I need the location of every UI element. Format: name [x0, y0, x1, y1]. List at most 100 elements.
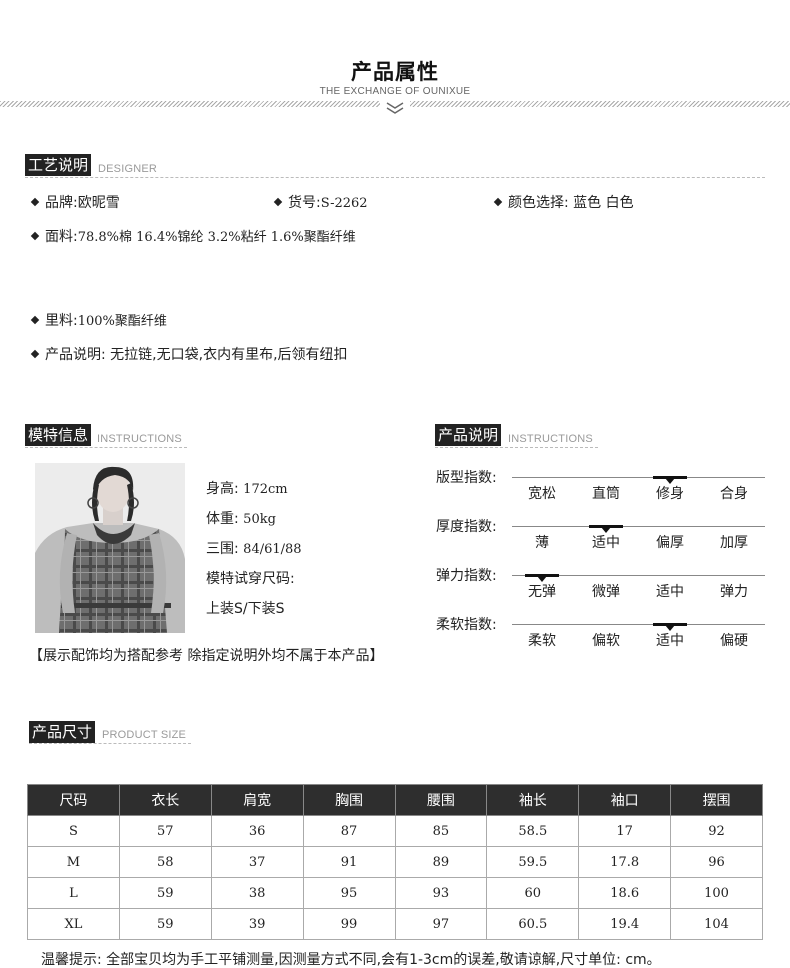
- diamond-bullet-icon: [493, 197, 503, 207]
- index-option: 偏厚: [656, 535, 684, 551]
- index-option: 薄: [535, 535, 549, 551]
- size-table-cell: 100: [670, 877, 763, 909]
- model-section-subtitle: INSTRUCTIONS: [97, 433, 182, 445]
- size-table-cell: 57: [118, 815, 212, 847]
- index-option: 宽松: [528, 486, 556, 502]
- model-height: 身高: 172cm: [206, 481, 288, 497]
- measurement-tip: 温馨提示: 全部宝贝均为手工平铺测量,因测量方式不同,会有1-3cm的误差,敬请…: [41, 952, 661, 968]
- index-option: 合身: [720, 486, 748, 502]
- size-table-cell: 91: [302, 846, 396, 878]
- size-table-cell: 58: [118, 846, 212, 878]
- size-table-cell: 87: [302, 815, 396, 847]
- size-table-cell: 93: [394, 877, 488, 909]
- size-table-row: S 57 36 87 85 58.5 17 92: [27, 815, 763, 847]
- index-option: 微弹: [592, 584, 620, 600]
- size-table-cell: 59: [118, 877, 212, 909]
- model-measurements: 三围: 84/61/88: [206, 541, 302, 557]
- size-table-row: XL 59 39 99 97 60.5 19.4 104: [27, 908, 763, 940]
- brand-attr: 品牌:欧昵雪: [30, 192, 120, 212]
- size-table-cell: M: [27, 846, 120, 878]
- index-option: 适中: [656, 633, 684, 649]
- model-tried-size-label: 模特试穿尺码:: [206, 571, 295, 587]
- craft-section-divider: [25, 177, 765, 178]
- page-subtitle: THE EXCHANGE OF OUNIXUE: [319, 86, 471, 97]
- size-table-row: M 58 37 91 89 59.5 17.8 96: [27, 846, 763, 878]
- craft-section-subtitle: DESIGNER: [98, 163, 158, 175]
- size-table-header: 腰围: [394, 784, 488, 816]
- size-table-row: L 59 38 95 93 60 18.6 100: [27, 877, 763, 909]
- size-table-cell: S: [27, 815, 120, 847]
- index-label: 弹力指数:: [436, 568, 497, 584]
- product-desc-section-subtitle: INSTRUCTIONS: [508, 433, 593, 445]
- size-table-header: 袖长: [486, 784, 580, 816]
- header-divider-left: [0, 101, 380, 107]
- index-label: 厚度指数:: [436, 519, 497, 535]
- size-table-cell: XL: [27, 908, 120, 940]
- size-table-cell: 104: [670, 908, 763, 940]
- size-table-cell: 97: [394, 908, 488, 940]
- index-option: 偏软: [592, 633, 620, 649]
- size-table-header: 胸围: [302, 784, 396, 816]
- page-title: 产品属性: [351, 60, 439, 84]
- size-table-cell: 89: [394, 846, 488, 878]
- index-option: 弹力: [720, 584, 748, 600]
- model-section-divider: [25, 447, 187, 448]
- size-table-cell: 17: [578, 815, 672, 847]
- product-desc-section-tag: 产品说明: [435, 424, 502, 446]
- diamond-bullet-icon: [30, 231, 40, 241]
- size-table-header: 尺码: [27, 784, 120, 816]
- size-table-cell: 95: [302, 877, 396, 909]
- index-label: 柔软指数:: [436, 617, 497, 633]
- index-track: [512, 624, 765, 625]
- size-table-cell: 60.5: [486, 908, 580, 940]
- size-table: 尺码 衣长 肩宽 胸围 腰围 袖长 袖口 摆围 S 57 36 87 85 58.5 17 9…: [27, 784, 763, 940]
- size-table-header: 摆围: [670, 784, 763, 816]
- diamond-bullet-icon: [30, 315, 40, 325]
- index-option: 适中: [592, 535, 620, 551]
- index-option: 直筒: [592, 486, 620, 502]
- craft-section-tag: 工艺说明: [25, 154, 92, 176]
- index-option: 无弹: [528, 584, 556, 600]
- size-table-cell: 38: [210, 877, 304, 909]
- size-section-subtitle: PRODUCT SIZE: [102, 729, 187, 741]
- size-table-cell: 59: [118, 908, 212, 940]
- model-tried-size: 上装S/下装S: [206, 601, 285, 617]
- size-table-cell: 96: [670, 846, 763, 878]
- size-table-cell: 39: [210, 908, 304, 940]
- size-table-cell: 85: [394, 815, 488, 847]
- size-table-header: 衣长: [118, 784, 212, 816]
- size-table-cell: 99: [302, 908, 396, 940]
- index-option: 修身: [656, 486, 684, 502]
- size-table-cell: 92: [670, 815, 763, 847]
- item-number-attr: 货号:S-2262: [273, 192, 368, 212]
- diamond-bullet-icon: [30, 349, 40, 359]
- size-table-cell: 17.8: [578, 846, 672, 878]
- header-divider-right: [410, 101, 790, 107]
- size-table-cell: 18.6: [578, 877, 672, 909]
- size-table-cell: 19.4: [578, 908, 672, 940]
- index-option: 适中: [656, 584, 684, 600]
- size-table-header-row: 尺码 衣长 肩宽 胸围 腰围 袖长 袖口 摆围: [27, 784, 763, 816]
- product-description-attr: 产品说明: 无拉链,无口袋,衣内有里布,后领有纽扣: [30, 344, 348, 364]
- chevron-down-icon: [386, 102, 404, 114]
- index-option: 柔软: [528, 633, 556, 649]
- color-options-attr: 颜色选择: 蓝色 白色: [493, 192, 634, 212]
- size-table-cell: L: [27, 877, 120, 909]
- size-table-cell: 59.5: [486, 846, 580, 878]
- index-label: 版型指数:: [436, 470, 497, 486]
- size-table-cell: 37: [210, 846, 304, 878]
- index-track: [512, 477, 765, 478]
- accessory-notice: 【展示配饰均为搭配参考 除指定说明外均不属于本产品】: [29, 648, 384, 664]
- product-desc-section-divider: [435, 447, 598, 448]
- size-section-divider: [29, 743, 191, 744]
- index-track: [512, 526, 765, 527]
- index-option: 加厚: [720, 535, 748, 551]
- size-table-cell: 58.5: [486, 815, 580, 847]
- size-table-header: 袖口: [578, 784, 672, 816]
- model-weight: 体重: 50kg: [206, 511, 276, 527]
- model-section-tag: 模特信息: [25, 424, 92, 446]
- diamond-bullet-icon: [30, 197, 40, 207]
- size-table-cell: 36: [210, 815, 304, 847]
- fabric-attr: 面料:78.8%棉 16.4%锦纶 3.2%粘纤 1.6%聚酯纤维: [30, 226, 356, 246]
- diamond-bullet-icon: [273, 197, 283, 207]
